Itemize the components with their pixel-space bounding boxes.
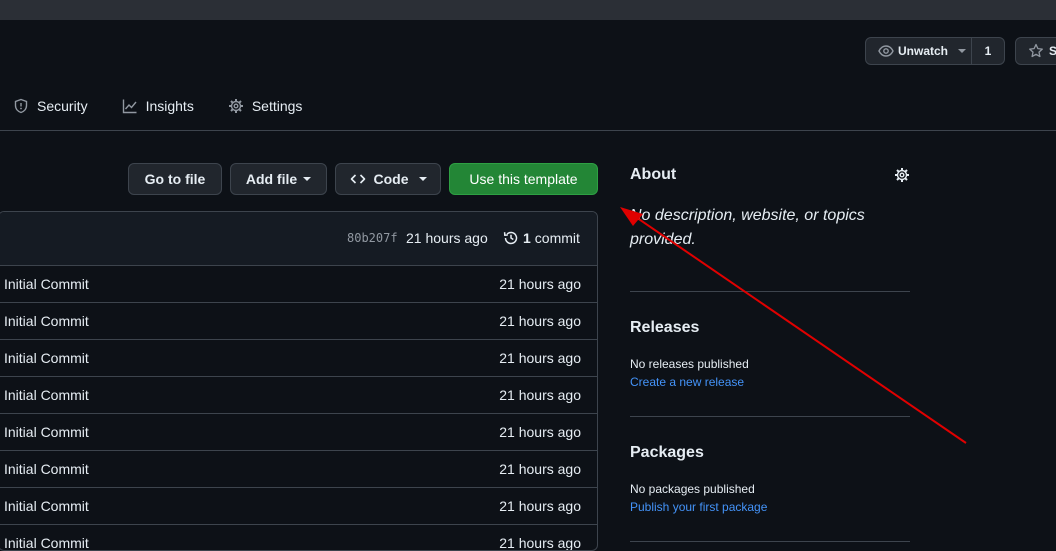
- file-row[interactable]: Initial Commit 21 hours ago: [0, 377, 597, 414]
- packages-empty-text: No packages published: [630, 482, 755, 496]
- unwatch-label: Unwatch: [898, 44, 949, 58]
- nav-security[interactable]: Security: [13, 98, 88, 114]
- commit-hash[interactable]: 80b207f: [347, 231, 398, 245]
- graph-icon: [122, 99, 137, 114]
- row-commit-message[interactable]: Initial Commit: [4, 498, 89, 514]
- add-file-label: Add file: [245, 171, 298, 187]
- sidebar-divider: [630, 541, 910, 542]
- file-list: 80b207f 21 hours ago 1 commit Initial Co…: [0, 211, 598, 551]
- commit-history-link[interactable]: 1 commit: [503, 230, 580, 246]
- unwatch-button[interactable]: Unwatch: [865, 37, 972, 65]
- shield-icon: [14, 98, 28, 114]
- code-label: Code: [373, 171, 409, 187]
- row-commit-message[interactable]: Initial Commit: [4, 424, 89, 440]
- releases-empty-text: No releases published: [630, 357, 749, 371]
- file-row[interactable]: Initial Commit 21 hours ago: [0, 266, 597, 303]
- file-row[interactable]: Initial Commit 21 hours ago: [0, 488, 597, 525]
- gear-icon[interactable]: [894, 167, 910, 183]
- watchers-count[interactable]: 1: [972, 37, 1005, 65]
- row-commit-message[interactable]: Initial Commit: [4, 276, 89, 292]
- row-commit-age: 21 hours ago: [499, 498, 581, 514]
- gear-icon: [228, 99, 243, 113]
- file-row[interactable]: Initial Commit 21 hours ago: [0, 340, 597, 377]
- row-commit-message[interactable]: Initial Commit: [4, 313, 89, 329]
- go-to-file-label: Go to file: [144, 171, 206, 187]
- row-commit-age: 21 hours ago: [499, 387, 581, 403]
- row-commit-age: 21 hours ago: [499, 424, 581, 440]
- latest-commit-bar: 80b207f 21 hours ago 1 commit: [0, 212, 597, 266]
- row-commit-message[interactable]: Initial Commit: [4, 387, 89, 403]
- about-description: No description, website, or topics provi…: [630, 207, 865, 248]
- code-icon: [350, 174, 365, 184]
- row-commit-age: 21 hours ago: [499, 350, 581, 366]
- use-template-button[interactable]: Use this template: [449, 163, 598, 195]
- history-icon: [503, 231, 518, 245]
- star-button[interactable]: S: [1015, 37, 1056, 65]
- chevron-down-icon: [418, 177, 427, 181]
- chevron-down-icon: [303, 177, 312, 181]
- row-commit-age: 21 hours ago: [499, 276, 581, 292]
- eye-icon: [878, 45, 894, 57]
- create-release-link[interactable]: Create a new release: [630, 375, 744, 389]
- nav-insights[interactable]: Insights: [122, 98, 194, 114]
- star-icon: [1029, 43, 1043, 58]
- chevron-down-icon: [958, 49, 967, 53]
- file-row[interactable]: Initial Commit 21 hours ago: [0, 414, 597, 451]
- use-template-label: Use this template: [469, 171, 578, 187]
- nav-insights-label: Insights: [145, 98, 194, 114]
- nav-divider: [0, 130, 1056, 131]
- top-header-bar: [0, 0, 1056, 20]
- row-commit-age: 21 hours ago: [499, 313, 581, 329]
- row-commit-message[interactable]: Initial Commit: [4, 461, 89, 477]
- commit-count: 1: [523, 230, 531, 246]
- about-heading: About: [630, 166, 677, 183]
- sidebar-divider: [630, 291, 910, 292]
- nav-settings[interactable]: Settings: [228, 98, 303, 114]
- nav-settings-label: Settings: [251, 98, 303, 114]
- releases-heading[interactable]: Releases: [630, 319, 699, 337]
- row-commit-age: 21 hours ago: [499, 461, 581, 477]
- row-commit-message[interactable]: Initial Commit: [4, 535, 89, 550]
- code-button[interactable]: Code: [335, 163, 441, 195]
- file-row[interactable]: Initial Commit 21 hours ago: [0, 303, 597, 340]
- repo-nav: Security Insights Settings: [0, 88, 302, 124]
- packages-heading[interactable]: Packages: [630, 444, 704, 462]
- file-row[interactable]: Initial Commit 21 hours ago: [0, 525, 597, 551]
- sidebar-divider: [630, 416, 910, 417]
- publish-package-link[interactable]: Publish your first package: [630, 500, 767, 514]
- commit-count-label: commit: [534, 230, 580, 246]
- row-commit-message[interactable]: Initial Commit: [4, 350, 89, 366]
- watch-button-group: Unwatch 1: [865, 37, 1005, 65]
- add-file-button[interactable]: Add file: [230, 163, 327, 195]
- go-to-file-button[interactable]: Go to file: [128, 163, 222, 195]
- row-commit-age: 21 hours ago: [499, 535, 581, 551]
- commit-time: 21 hours ago: [406, 230, 488, 246]
- file-row[interactable]: Initial Commit 21 hours ago: [0, 451, 597, 488]
- star-label: S: [1049, 44, 1056, 58]
- nav-security-label: Security: [37, 98, 88, 114]
